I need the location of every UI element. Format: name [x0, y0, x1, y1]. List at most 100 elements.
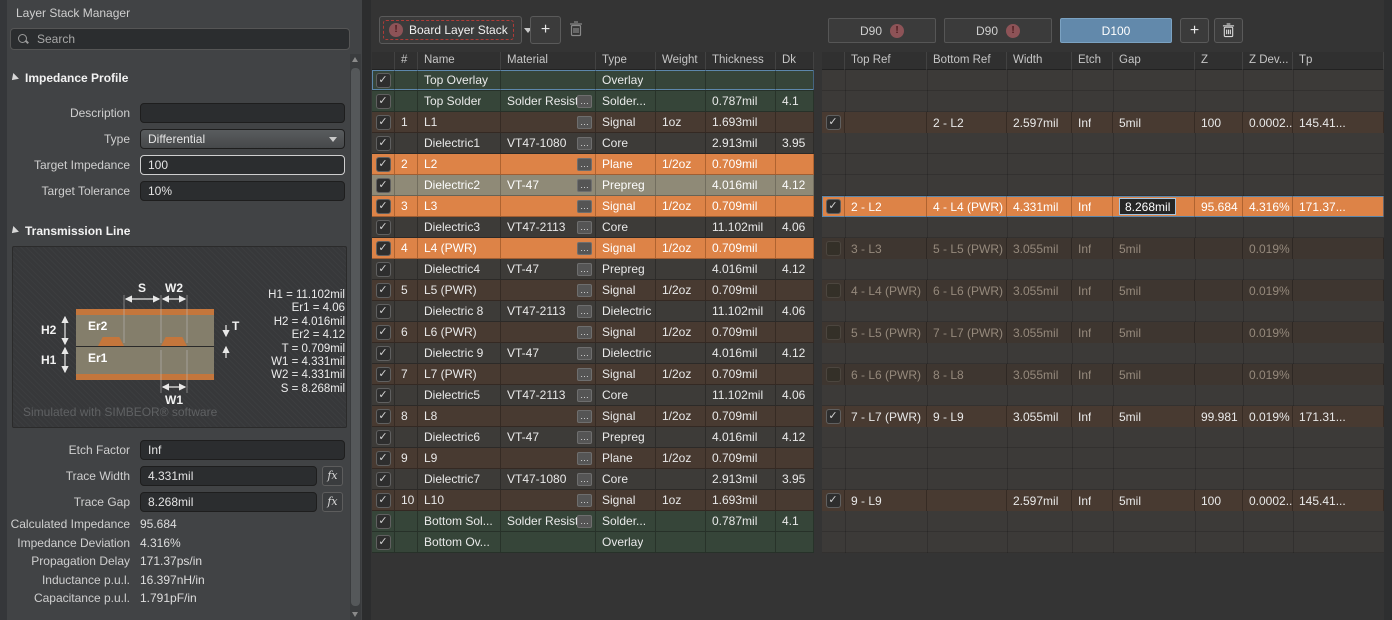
profile-tab[interactable]: D90!	[944, 18, 1052, 43]
row-checkbox[interactable]: ✓	[826, 115, 841, 130]
section-impedance-profile[interactable]: Impedance Profile	[10, 71, 128, 85]
row-checkbox[interactable]: ✓	[826, 241, 841, 256]
section-transmission-line[interactable]: Transmission Line	[10, 224, 130, 238]
layer-row[interactable]: ✓Bottom Ov...Overlay	[372, 532, 814, 553]
row-checkbox[interactable]: ✓	[826, 283, 841, 298]
layer-row[interactable]: ✓7L7 (PWR)…Signal1/2oz0.709mil	[372, 364, 814, 385]
scroll-down-icon[interactable]	[352, 612, 358, 617]
layer-row[interactable]: ✓Top OverlayOverlay	[372, 70, 814, 91]
material-edit-button[interactable]: …	[577, 368, 592, 381]
row-checkbox[interactable]: ✓	[826, 367, 841, 382]
impedance-row[interactable]: ✓7 - L7 (PWR)9 - L93.055milInf5mil99.981…	[822, 406, 1384, 427]
impedance-row[interactable]: ✓2 - L22.597milInf5mil1000.0002...145.41…	[822, 112, 1384, 133]
impedance-row[interactable]: ✓3 - L35 - L5 (PWR)3.055milInf5mil0.019%	[822, 238, 1384, 259]
row-checkbox[interactable]: ✓	[376, 493, 391, 508]
row-checkbox[interactable]: ✓	[376, 430, 391, 445]
layer-row[interactable]: ✓Dielectric2VT-47…Prepreg4.016mil4.12	[372, 175, 814, 196]
material-edit-button[interactable]: …	[577, 158, 592, 171]
row-checkbox[interactable]: ✓	[376, 388, 391, 403]
layer-row[interactable]: ✓Dielectric3VT47-2113…Core11.102mil4.06	[372, 217, 814, 238]
layer-row[interactable]: ✓Dielectric6VT-47…Prepreg4.016mil4.12	[372, 427, 814, 448]
row-checkbox[interactable]: ✓	[826, 409, 841, 424]
impedance-row[interactable]: ✓9 - L92.597milInf5mil1000.0002...145.41…	[822, 490, 1384, 511]
layer-row[interactable]: ✓Dielectric4VT-47…Prepreg4.016mil4.12	[372, 259, 814, 280]
impedance-row[interactable]: ✓2 - L24 - L4 (PWR)4.331milInf8.268mil95…	[822, 196, 1384, 217]
material-edit-button[interactable]: …	[577, 515, 592, 528]
profile-tab[interactable]: D90!	[828, 18, 936, 43]
column-header[interactable]: Type	[596, 52, 656, 70]
layer-row[interactable]: ✓Dielectric5VT47-2113…Core11.102mil4.06	[372, 385, 814, 406]
row-checkbox[interactable]: ✓	[376, 73, 391, 88]
column-header[interactable]: Weight	[656, 52, 706, 70]
selected-gap-cell[interactable]: 8.268mil	[1119, 198, 1176, 215]
row-checkbox[interactable]: ✓	[376, 115, 391, 130]
fx-button[interactable]: fx	[322, 466, 343, 486]
scroll-up-icon[interactable]	[352, 57, 358, 62]
layer-row[interactable]: ✓2L2…Plane1/2oz0.709mil	[372, 154, 814, 175]
layer-row[interactable]: ✓Dielectric7VT47-1080…Core2.913mil3.95	[372, 469, 814, 490]
trace-gap-input[interactable]: 8.268mil	[140, 492, 317, 512]
column-header[interactable]: Tp	[1293, 52, 1384, 70]
material-edit-button[interactable]: …	[577, 200, 592, 213]
layer-row[interactable]: ✓Dielectric1VT47-1080…Core2.913mil3.95	[372, 133, 814, 154]
row-checkbox[interactable]: ✓	[376, 346, 391, 361]
column-header[interactable]	[372, 52, 395, 70]
left-panel-scrollbar[interactable]	[350, 54, 361, 620]
layer-row[interactable]: ✓5L5 (PWR)…Signal1/2oz0.709mil	[372, 280, 814, 301]
scrollbar-thumb[interactable]	[351, 68, 360, 606]
layer-row[interactable]: ✓Dielectric 9VT-47…Dielectric4.016mil4.1…	[372, 343, 814, 364]
etch-factor-input[interactable]: Inf	[140, 440, 345, 460]
panel-divider[interactable]	[362, 0, 371, 620]
type-select[interactable]: Differential	[140, 129, 345, 149]
row-checkbox[interactable]: ✓	[376, 94, 391, 109]
material-edit-button[interactable]: …	[577, 179, 592, 192]
column-header[interactable]: Width	[1007, 52, 1072, 70]
search-box[interactable]	[10, 28, 350, 50]
row-checkbox[interactable]: ✓	[376, 409, 391, 424]
column-header[interactable]: Material	[501, 52, 596, 70]
material-edit-button[interactable]: …	[577, 452, 592, 465]
trace-width-input[interactable]: 4.331mil	[140, 466, 317, 486]
column-header[interactable]: Z	[1195, 52, 1243, 70]
row-checkbox[interactable]: ✓	[376, 220, 391, 235]
row-checkbox[interactable]: ✓	[376, 241, 391, 256]
stack-selector[interactable]: ! Board Layer Stack	[379, 16, 522, 44]
layer-row[interactable]: ✓10L10…Signal1oz1.693mil	[372, 490, 814, 511]
column-header[interactable]: Z Dev...	[1243, 52, 1293, 70]
layer-row[interactable]: ✓Bottom Sol...Solder Resist…Solder...0.7…	[372, 511, 814, 532]
column-header[interactable]: Top Ref	[845, 52, 927, 70]
row-checkbox[interactable]: ✓	[376, 472, 391, 487]
right-scrollbar-track[interactable]	[1384, 0, 1392, 620]
fx-button[interactable]: fx	[322, 492, 343, 512]
row-checkbox[interactable]: ✓	[376, 283, 391, 298]
column-header[interactable]	[822, 52, 845, 70]
add-stack-button[interactable]: +	[530, 16, 561, 44]
row-checkbox[interactable]: ✓	[826, 199, 841, 214]
add-profile-button[interactable]: +	[1180, 18, 1209, 43]
layer-row[interactable]: ✓4L4 (PWR)…Signal1/2oz0.709mil	[372, 238, 814, 259]
column-header[interactable]: Dk	[776, 52, 814, 70]
column-header[interactable]: Thickness	[706, 52, 776, 70]
row-checkbox[interactable]: ✓	[376, 304, 391, 319]
impedance-row[interactable]: ✓4 - L4 (PWR)6 - L6 (PWR)3.055milInf5mil…	[822, 280, 1384, 301]
target-tolerance-input[interactable]: 10%	[140, 181, 345, 201]
row-checkbox[interactable]: ✓	[376, 535, 391, 550]
target-impedance-input[interactable]: 100	[140, 155, 345, 175]
layer-row[interactable]: ✓1L1…Signal1oz1.693mil	[372, 112, 814, 133]
material-edit-button[interactable]: …	[577, 305, 592, 318]
layer-row[interactable]: ✓Top SolderSolder Resist…Solder...0.787m…	[372, 91, 814, 112]
row-checkbox[interactable]: ✓	[376, 178, 391, 193]
material-edit-button[interactable]: …	[577, 95, 592, 108]
impedance-row[interactable]: ✓5 - L5 (PWR)7 - L7 (PWR)3.055milInf5mil…	[822, 322, 1384, 343]
layer-row[interactable]: ✓6L6 (PWR)…Signal1/2oz0.709mil	[372, 322, 814, 343]
delete-profile-button[interactable]	[1214, 18, 1243, 43]
material-edit-button[interactable]: …	[577, 347, 592, 360]
row-checkbox[interactable]: ✓	[376, 157, 391, 172]
material-edit-button[interactable]: …	[577, 284, 592, 297]
row-checkbox[interactable]: ✓	[376, 262, 391, 277]
material-edit-button[interactable]: …	[577, 116, 592, 129]
material-edit-button[interactable]: …	[577, 326, 592, 339]
profile-tab[interactable]: D100	[1060, 18, 1172, 43]
delete-stack-button[interactable]	[569, 21, 583, 37]
row-checkbox[interactable]: ✓	[376, 451, 391, 466]
